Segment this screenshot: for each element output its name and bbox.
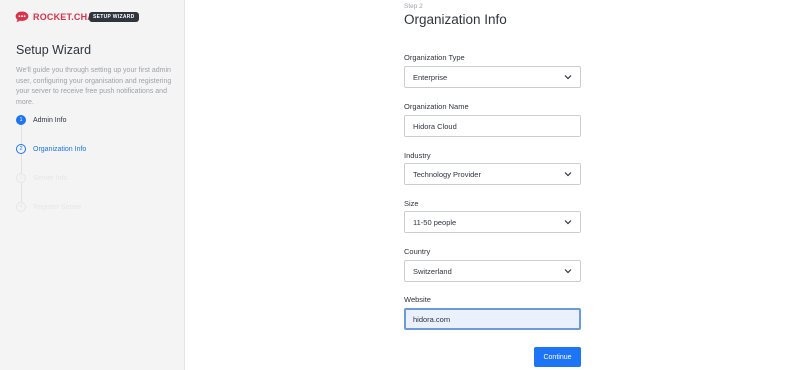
org-type-select[interactable]: Enterprise xyxy=(404,66,581,88)
website-value: hidora.com xyxy=(413,314,451,324)
sidebar: ROCKET.CHAT SETUP WIZARD Setup Wizard We… xyxy=(0,0,185,370)
step-server-info: 3 Server Info xyxy=(16,173,67,183)
size-label: Size xyxy=(404,199,419,208)
main-panel: Step 2 Organization Info Organization Ty… xyxy=(186,0,800,370)
step-connector xyxy=(20,125,22,144)
step-number: 1 xyxy=(16,115,26,125)
chevron-down-icon xyxy=(564,269,572,274)
step-label: Admin Info xyxy=(33,116,67,124)
step-number: 3 xyxy=(16,173,26,183)
industry-value: Technology Provider xyxy=(413,169,481,179)
logo: ROCKET.CHAT xyxy=(15,11,99,23)
country-label: Country xyxy=(404,247,431,256)
org-type-value: Enterprise xyxy=(413,72,448,82)
step-indicator: Step 2 xyxy=(404,3,423,10)
chevron-down-icon xyxy=(564,220,572,225)
org-name-value: Hidora Cloud xyxy=(413,121,457,131)
step-register-server: 4 Register Server xyxy=(16,202,82,212)
continue-button[interactable]: Continue xyxy=(534,347,581,367)
sidebar-title: Setup Wizard xyxy=(16,43,92,57)
website-label: Website xyxy=(404,295,431,304)
page-title: Organization Info xyxy=(404,12,507,27)
rocketchat-logo-icon xyxy=(15,11,29,23)
org-name-label: Organization Name xyxy=(404,102,469,111)
org-type-label: Organization Type xyxy=(404,53,465,62)
step-label: Server Info xyxy=(33,174,68,182)
step-admin-info[interactable]: 1 Admin Info xyxy=(16,115,66,125)
country-value: Switzerland xyxy=(413,266,452,276)
size-select[interactable]: 11-50 people xyxy=(404,211,581,233)
industry-select[interactable]: Technology Provider xyxy=(404,163,581,185)
step-number: 2 xyxy=(16,144,26,154)
step-label: Organization Info xyxy=(33,145,87,153)
chevron-down-icon xyxy=(564,172,572,177)
step-organization-info[interactable]: 2 Organization Info xyxy=(16,144,86,154)
country-select[interactable]: Switzerland xyxy=(404,260,581,282)
website-input[interactable]: hidora.com xyxy=(404,308,581,330)
chevron-down-icon xyxy=(564,75,572,80)
step-connector xyxy=(20,154,22,173)
industry-label: Industry xyxy=(404,151,431,160)
step-number: 4 xyxy=(16,202,26,212)
org-name-input[interactable]: Hidora Cloud xyxy=(404,115,581,137)
step-connector xyxy=(20,183,22,202)
step-label: Register Server xyxy=(33,203,82,211)
setup-wizard-badge: SETUP WIZARD xyxy=(89,12,139,22)
size-value: 11-50 people xyxy=(413,217,457,227)
sidebar-description: We'll guide you through setting up your … xyxy=(16,67,172,106)
